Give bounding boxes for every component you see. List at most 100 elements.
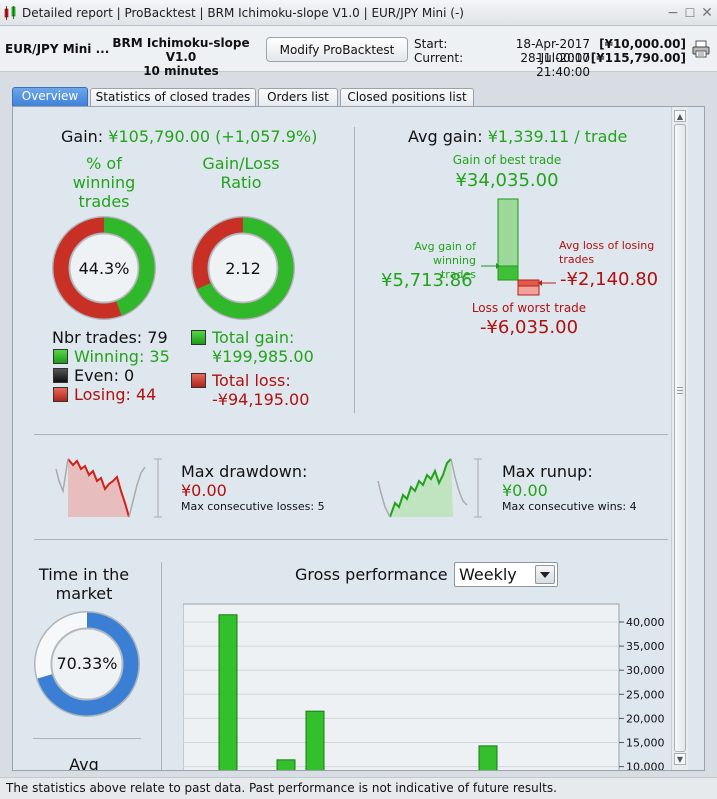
pct-winning-label-line2: winning (72, 173, 136, 192)
pct-winning-label: % of winning trades (51, 154, 157, 211)
section-divider-1 (34, 434, 668, 435)
avg-losing-label-line2: trades (559, 253, 595, 266)
avg-winning-label-line1: Avg gain of (414, 240, 476, 253)
pct-winning-label-line1: % of (86, 154, 122, 173)
total-gain-label: Total gain: (212, 328, 295, 347)
performance-bar (305, 710, 325, 770)
avg-losing-label-line1: Avg loss of losing (559, 239, 655, 252)
current-label: Current: (414, 51, 464, 65)
tab-statistics-closed-trades[interactable]: Statistics of closed trades (90, 88, 256, 107)
max-consecutive-losses: Max consecutive losses: 5 (181, 500, 325, 513)
time-in-market-label-line1: Time in the (38, 565, 130, 584)
modify-probacktest-button[interactable]: Modify ProBacktest (266, 37, 408, 62)
ratio-label-line1: Gain/Loss (202, 154, 280, 173)
period-select-value: Weekly (459, 565, 517, 584)
winning-legend-swatch (53, 349, 68, 364)
max-consecutive-wins: Max consecutive wins: 4 (502, 500, 637, 513)
worst-trade-value: -¥6,035.00 (479, 317, 579, 338)
y-tick-label: 25,000 (626, 688, 665, 701)
time-in-market-label: Time in the market (27, 565, 141, 603)
system-info: BRM Ichimoku-slope V1.0 10 minutes (100, 36, 262, 78)
section-divider-vertical (354, 127, 355, 413)
performance-bar (478, 745, 498, 770)
total-loss: Total loss: -¥94,195.00 (212, 371, 309, 409)
losing-count: Losing: 44 (74, 385, 157, 404)
gain-loss-ratio-value: 2.12 (225, 259, 261, 278)
avg-label-partial: Avg (69, 755, 99, 771)
scroll-up-icon[interactable]: ▲ (674, 110, 686, 122)
overview-content: Gain: ¥105,790.00 (+1,057.9%) % of winni… (13, 107, 688, 770)
window-title: Detailed report | ProBacktest | BRM Ichi… (22, 6, 464, 20)
tab-orders-list[interactable]: Orders list (258, 88, 338, 107)
scroll-down-icon[interactable]: ▼ (674, 753, 686, 765)
total-gain-swatch (191, 330, 206, 345)
y-tick-label: 40,000 (626, 616, 665, 629)
close-icon[interactable]: ✕ (699, 5, 715, 21)
report-tabs: Overview Statistics of closed trades Ord… (0, 86, 717, 107)
gain-value: ¥105,790.00 (+1,057.9%) (108, 127, 318, 146)
even-legend-swatch (53, 368, 68, 383)
total-loss-label: Total loss: (212, 371, 291, 390)
window-titlebar: Detailed report | ProBacktest | BRM Ichi… (0, 0, 717, 26)
y-tick-label: 30,000 (626, 664, 665, 677)
time-in-market-value: 70.33% (56, 654, 118, 673)
minimize-icon[interactable]: − (665, 5, 681, 21)
section-divider-2 (34, 539, 668, 540)
gain-label: Gain: (61, 127, 104, 146)
chart-plot-area (183, 603, 620, 770)
winning-count: Winning: 35 (74, 347, 170, 366)
y-tick-label: 15,000 (626, 737, 665, 750)
losing-legend-swatch (53, 387, 68, 402)
printer-icon[interactable] (692, 40, 710, 58)
tab-overview[interactable]: Overview (12, 87, 88, 107)
maximize-icon[interactable]: ☐ (682, 5, 698, 21)
drawdown-sparkline-icon (55, 458, 162, 518)
tab-closed-positions-list[interactable]: Closed positions list (340, 88, 474, 107)
gain-summary: Gain: ¥105,790.00 (+1,057.9%) (61, 127, 317, 146)
total-loss-value: -¥94,195.00 (212, 390, 310, 409)
chevron-down-icon[interactable] (535, 565, 555, 584)
avg-gain-summary: Avg gain: ¥1,339.11 / trade (408, 127, 627, 146)
best-trade-value: ¥34,035.00 (455, 170, 559, 191)
avg-gain-value: ¥1,339.11 / trade (487, 127, 628, 146)
app-chart-icon (4, 6, 16, 20)
section-divider-vertical-2 (161, 562, 162, 770)
gross-performance-chart: 40,000 35,000 30,000 25,000 20,000 15,000 10,0… (183, 603, 665, 770)
nbr-trades: Nbr trades: 79 (52, 328, 168, 347)
vertical-scrollbar[interactable]: ▲ ▼ (671, 107, 688, 770)
performance-bar (218, 614, 238, 770)
time-in-market-divider (33, 738, 141, 739)
current-capital: [¥115,790.00] (590, 51, 686, 65)
report-header: EUR/JPY Mini ... BRM Ichimoku-slope V1.0… (0, 26, 717, 79)
avg-winning-value: ¥5,713.86 (381, 270, 473, 291)
runup-sparkline-icon (377, 458, 482, 518)
avg-losing-value: -¥2,140.80 (560, 269, 659, 290)
y-tick-label: 35,000 (626, 640, 665, 653)
max-drawdown-label: Max drawdown: (181, 462, 308, 481)
scrollbar-thumb[interactable] (674, 124, 686, 752)
total-gain-value: ¥199,985.00 (212, 347, 314, 366)
start-capital: [¥10,000.00] (599, 37, 686, 51)
gross-performance-label: Gross performance (295, 565, 448, 584)
even-count: Even: 0 (74, 366, 135, 385)
total-gain: Total gain: ¥199,985.00 (212, 328, 314, 366)
current-date: 28-Jul-2017 21:40:00 (520, 51, 590, 79)
total-loss-swatch (191, 373, 206, 388)
performance-bar (276, 759, 296, 770)
avg-losing-label: Avg loss of losing trades (559, 239, 654, 267)
y-tick-label: 20,000 (626, 712, 665, 725)
start-label: Start: (414, 37, 448, 51)
worst-trade-label: Loss of worst trade (471, 301, 587, 315)
avg-gain-label: Avg gain: (408, 127, 483, 146)
ratio-label-line2: Ratio (220, 173, 262, 192)
timeframe: 10 minutes (143, 64, 219, 78)
overview-panel: Gain: ¥105,790.00 (+1,057.9%) % of winni… (12, 106, 705, 771)
ratio-label: Gain/Loss Ratio (179, 154, 303, 192)
system-name: BRM Ichimoku-slope V1.0 (112, 36, 250, 64)
trade-range-bar (481, 198, 556, 296)
time-in-market-label-line2: market (55, 584, 113, 603)
max-runup-value: ¥0.00 (502, 481, 548, 500)
period-select[interactable]: Weekly (454, 562, 558, 587)
pct-winning-value: 44.3% (78, 259, 130, 278)
max-runup-label: Max runup: (502, 462, 593, 481)
